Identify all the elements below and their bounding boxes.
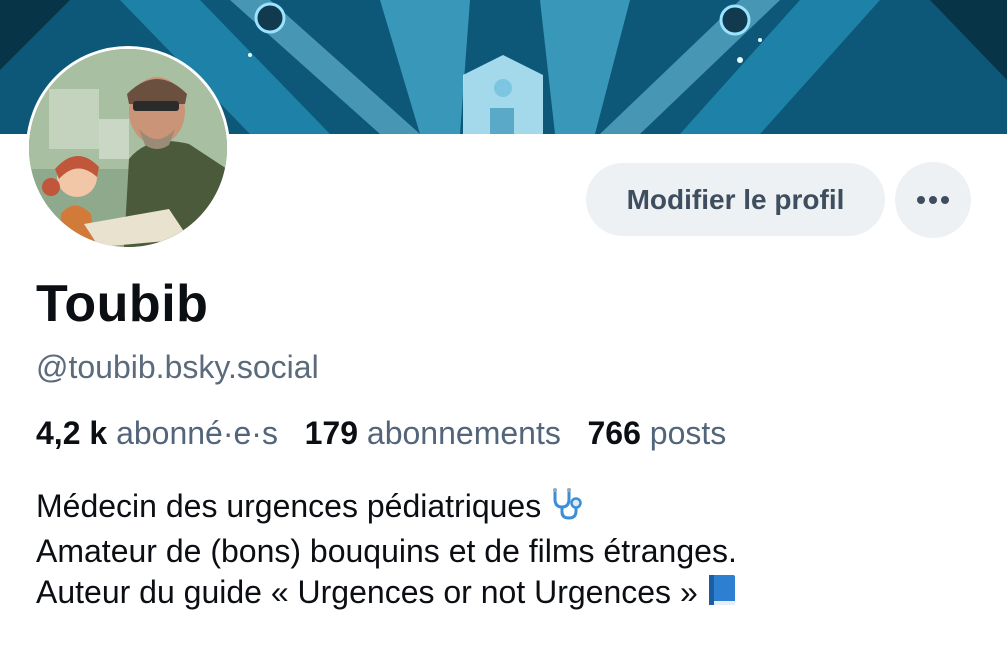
blue-book-icon: [706, 573, 738, 617]
followers-link[interactable]: 4,2 k abonné·e·s: [36, 415, 287, 451]
bio-line: Médecin des urgences pédiatriques: [36, 486, 738, 531]
following-link[interactable]: 179 abonnements: [305, 415, 570, 451]
stethoscope-icon: [549, 487, 583, 531]
posts-label: posts: [649, 415, 727, 451]
avatar-illustration: [29, 49, 227, 247]
display-name: Toubib: [36, 275, 209, 333]
more-dots-icon: [917, 196, 949, 204]
bio-line: Auteur du guide « Urgences or not Urgenc…: [36, 572, 738, 617]
posts-count: 766: [587, 415, 641, 451]
followers-count: 4,2 k: [36, 415, 108, 451]
posts-stat: 766 posts: [588, 415, 727, 451]
followers-label: abonné·e·s: [116, 415, 278, 451]
following-label: abonnements: [366, 415, 561, 451]
following-count: 179: [304, 415, 359, 451]
edit-profile-button[interactable]: Modifier le profil: [586, 163, 885, 236]
profile-bio: Médecin des urgences pédiatriques Amateu…: [36, 486, 738, 617]
bio-line-2: Amateur de (bons) bouquins et de films é…: [36, 533, 737, 569]
profile-stats: 4,2 k abonné·e·s 179 abonnements 766 pos…: [36, 415, 726, 452]
profile-handle: @toubib.bsky.social: [36, 349, 319, 385]
avatar[interactable]: [26, 46, 230, 250]
bio-line-3: Auteur du guide « Urgences or not Urgenc…: [36, 574, 698, 610]
bio-line: Amateur de (bons) bouquins et de films é…: [36, 531, 738, 572]
more-options-button[interactable]: [895, 162, 971, 238]
bio-line-1: Médecin des urgences pédiatriques: [36, 488, 542, 524]
